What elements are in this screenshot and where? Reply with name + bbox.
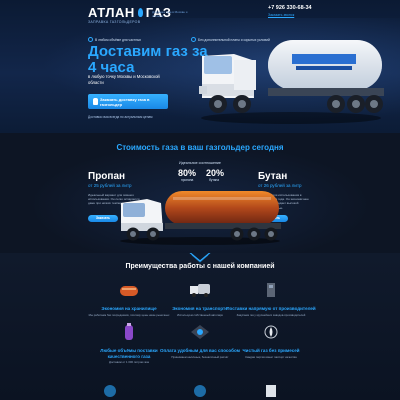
benefit-text: Закупаем газ у крупнейших заводов-произв… [236,312,306,317]
hero-feature-1: В любом объёме для частных [88,37,141,42]
benefit-bottom-icon [104,385,116,397]
benefit-text: Каждая партия имеет паспорт качества [245,354,297,359]
hero-note: Доставка газа всегда по актуальным ценам [88,115,153,119]
butane-percent: 20% [206,168,225,178]
benefit-bottom-icon [266,385,276,397]
truck-icon [190,284,210,297]
benefit-item: Поставки напрямую от производителей Заку… [226,281,316,317]
logo-subtitle: ЗАПРАВКА ГАЗГОЛЬДЕРОВ [88,20,141,24]
check-icon [88,37,93,42]
logo-tagline: Доставка газа в Москве и области [152,10,188,18]
benefit-text: Доставим от 1 000 литров газа [109,360,149,364]
gas-cylinder-icon [93,98,98,105]
hero-title: Доставим газ за 4 часа [88,43,208,76]
order-delivery-label: Заказать доставку газа в газгольдер [100,96,150,107]
benefits-title: Преимущества работы с нашей компанией [125,263,275,270]
storage-icon [120,286,138,296]
price-section: Стоимость газа в ваш газгольдер сегодня … [0,133,400,253]
ratio-label: Идеальное соотношение [179,161,221,165]
logo-text-a: АТЛАН [88,5,135,20]
propane-percent-label: пропана [181,178,194,182]
tanker-truck-image [120,191,281,245]
order-delivery-button[interactable]: Заказать доставку газа в газгольдер [88,94,168,109]
benefit-bottom-icon [194,385,206,397]
factory-icon [267,283,275,297]
propane-percent: 80% [178,168,197,178]
payment-icon [191,325,209,339]
gas-truck-image [199,40,384,124]
benefits-section: Преимущества работы с нашей компанией Эк… [0,253,400,400]
price-title: Стоимость газа в ваш газгольдер сегодня [116,143,284,152]
benefit-item: Чистый газ без примесей Каждая партия им… [226,323,316,359]
hero-section: АТЛАН ГАЗ ЗАПРАВКА ГАЗГОЛЬДЕРОВ Доставка… [0,0,400,133]
butane-percent-label: бутана [209,178,220,182]
phone-number[interactable]: +7 926 330-68-34 [268,5,312,11]
flame-icon [137,8,143,17]
propane-title: Пропан [88,171,126,182]
callback-link[interactable]: Заказать звонок [268,13,294,17]
order-propane-button[interactable]: Заказать [88,215,118,222]
benefit-heading: Поставки напрямую от производителей [226,306,316,311]
butane-title: Бутан [258,171,288,182]
hero-subtitle: в любую точку Москвы и Московской област… [88,74,160,85]
benefit-heading: Чистый газ без примесей [242,348,300,353]
gas-cylinder-icon [125,323,133,340]
purity-icon [264,325,278,339]
